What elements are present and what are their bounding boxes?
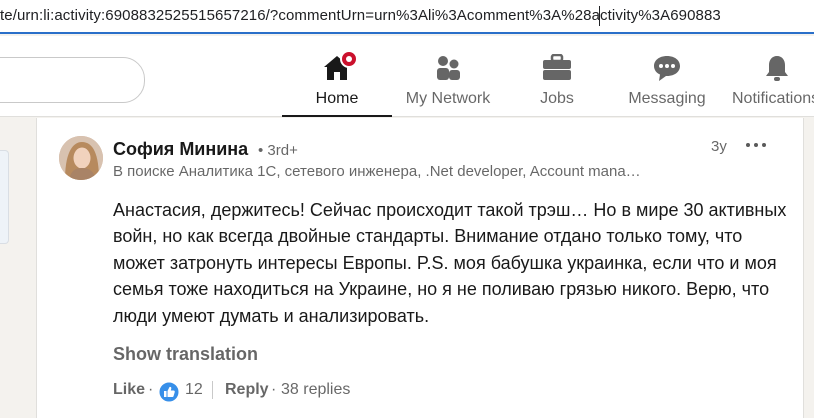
notification-badge bbox=[340, 50, 358, 68]
text-caret bbox=[599, 6, 600, 26]
comment-text: Анастасия, держитесь! Сейчас происходит … bbox=[113, 200, 787, 326]
chat-bubble-icon bbox=[652, 54, 682, 82]
nav-item-home[interactable]: Home bbox=[282, 36, 392, 117]
reply-button[interactable]: Reply bbox=[225, 381, 269, 399]
nav-item-my-network[interactable]: My Network bbox=[398, 36, 498, 116]
bell-icon bbox=[763, 54, 791, 82]
like-button[interactable]: Like bbox=[113, 381, 145, 399]
search-input[interactable] bbox=[0, 57, 145, 103]
browser-url-bar[interactable]: te/urn:li:activity:6908832525515657216/?… bbox=[0, 0, 814, 34]
connection-degree: • 3rd+ bbox=[258, 142, 298, 159]
replies-count-link[interactable]: 38 replies bbox=[281, 381, 350, 399]
nav-label-home: Home bbox=[315, 90, 359, 107]
separator-dot: · bbox=[148, 381, 154, 398]
avatar[interactable] bbox=[59, 136, 103, 180]
comment-author-name[interactable]: София Минина bbox=[113, 139, 248, 160]
home-icon bbox=[322, 50, 358, 82]
separator-dot: · bbox=[271, 381, 277, 398]
nav-label-jobs: Jobs bbox=[540, 90, 574, 107]
left-panel-edge bbox=[0, 150, 9, 244]
nav-label-notifications: Notifications bbox=[732, 90, 814, 107]
url-text[interactable]: te/urn:li:activity:6908832525515657216/?… bbox=[0, 7, 721, 24]
like-count[interactable]: 12 bbox=[185, 381, 203, 399]
action-divider bbox=[212, 381, 213, 399]
nav-item-notifications[interactable]: Notifications bbox=[730, 36, 814, 116]
comment-timestamp: 3y bbox=[711, 138, 727, 155]
top-navigation: Home My Network Jobs Messaging Notificat… bbox=[0, 36, 814, 117]
network-icon bbox=[434, 54, 462, 82]
briefcase-icon bbox=[542, 53, 572, 80]
nav-label-messaging: Messaging bbox=[628, 90, 706, 107]
nav-item-jobs[interactable]: Jobs bbox=[527, 36, 587, 116]
show-translation-button[interactable]: Show translation bbox=[113, 344, 258, 365]
nav-item-messaging[interactable]: Messaging bbox=[622, 36, 712, 116]
author-headline: В поиске Аналитика 1С, сетевого инженера… bbox=[113, 163, 641, 180]
like-reaction-icon bbox=[158, 381, 180, 403]
more-options-icon[interactable] bbox=[745, 137, 767, 151]
nav-label-my-network: My Network bbox=[405, 90, 491, 107]
